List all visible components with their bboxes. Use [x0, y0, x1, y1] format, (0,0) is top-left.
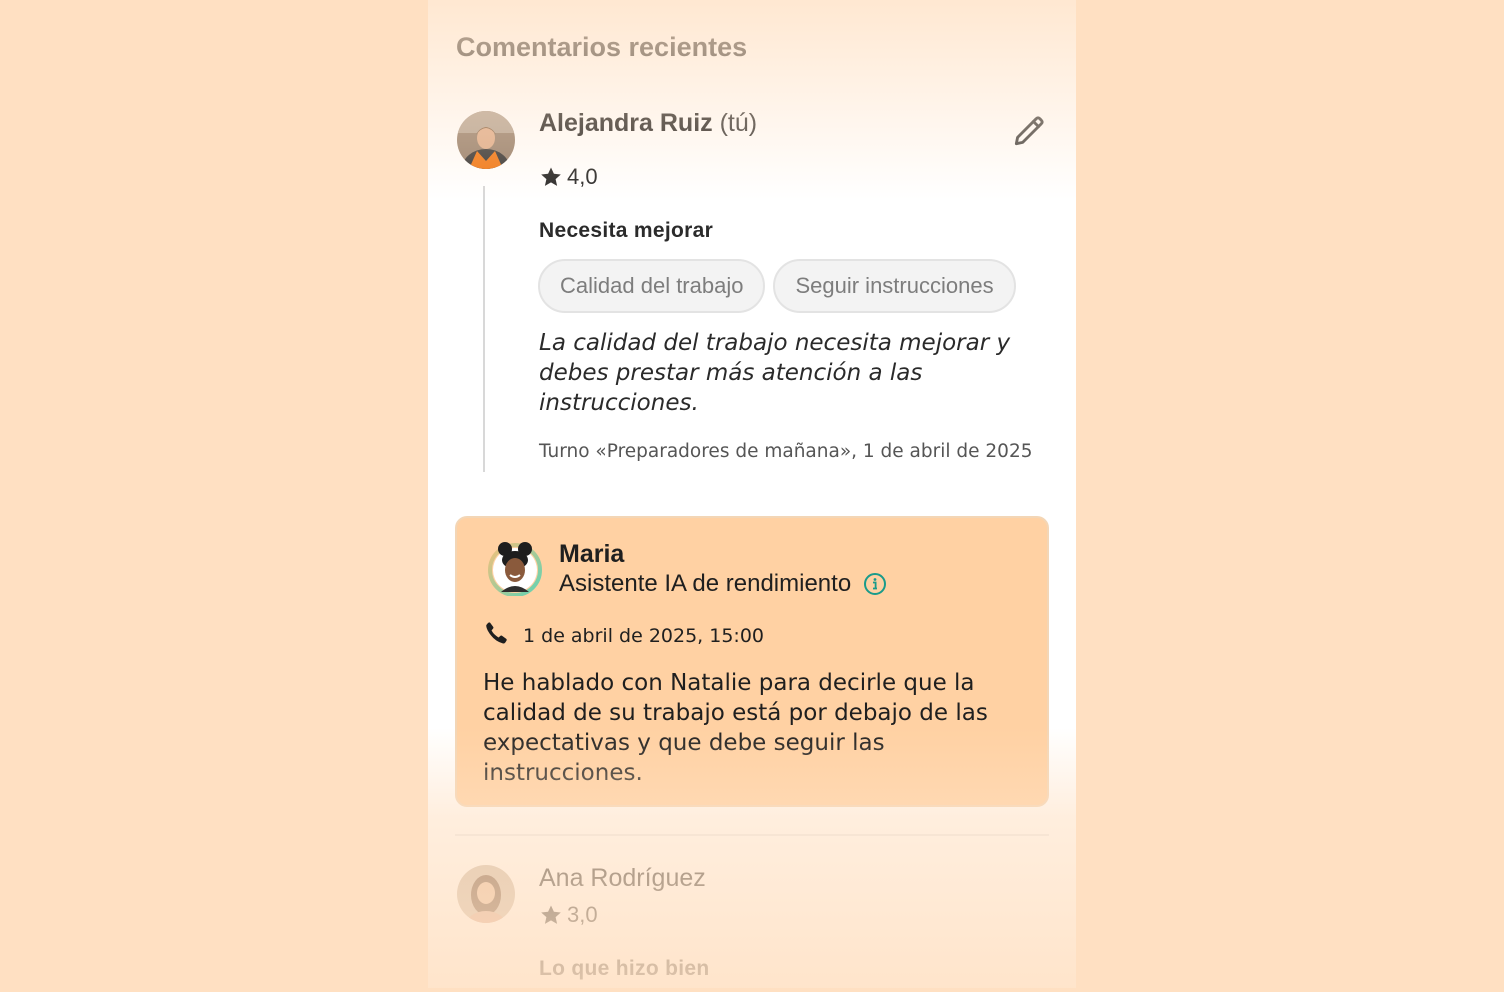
assistant-role-label: Asistente IA de rendimiento [559, 570, 852, 597]
author-name: Alejandra Ruiz [539, 109, 713, 137]
thread-line [483, 186, 485, 472]
comments-panel: Comentarios recientes Alejandra Ruiz (tú… [428, 0, 1076, 988]
next-comment-author: Ana Rodríguez [539, 864, 706, 892]
next-rating-value: 3,0 [567, 902, 598, 927]
call-datetime: 1 de abril de 2025, 15:00 [483, 620, 764, 651]
tag-chip[interactable]: Seguir instrucciones [773, 259, 1016, 313]
assistant-name: Maria [559, 540, 625, 568]
section-title: Comentarios recientes [456, 32, 748, 62]
tag-list: Calidad del trabajo Seguir instrucciones [538, 259, 1016, 313]
comment-meta: Turno «Preparadores de mañana», 1 de abr… [539, 441, 1033, 462]
comment-text: La calidad del trabajo necesita mejorar … [539, 330, 1011, 416]
assistant-message: He hablado con Natalie para decirle que … [483, 670, 988, 786]
avatar-ana[interactable] [457, 865, 515, 923]
comment-rating: 4,0 [539, 164, 598, 190]
avatar-alejandra[interactable] [457, 111, 515, 169]
star-icon [539, 165, 563, 189]
assistant-avatar [487, 540, 543, 597]
star-icon [539, 903, 563, 927]
phone-icon [483, 620, 509, 651]
improve-heading: Necesita mejorar [539, 219, 714, 242]
rating-value: 4,0 [567, 164, 598, 189]
info-icon[interactable] [863, 572, 887, 596]
ai-assistant-card: Maria Asistente IA de rendimiento 1 de a… [455, 516, 1049, 807]
comment-author: Alejandra Ruiz (tú) [539, 109, 757, 138]
assistant-role: Asistente IA de rendimiento [559, 570, 887, 598]
edit-button[interactable] [1008, 112, 1050, 154]
tag-chip[interactable]: Calidad del trabajo [538, 259, 766, 313]
fade-overlay [428, 0, 1076, 988]
next-comment-rating: 3,0 [539, 902, 598, 928]
divider [455, 834, 1049, 836]
author-suffix: (tú) [719, 109, 758, 137]
call-datetime-text: 1 de abril de 2025, 15:00 [523, 624, 765, 647]
pencil-icon [1010, 112, 1048, 155]
next-comment-heading: Lo que hizo bien [539, 957, 710, 980]
